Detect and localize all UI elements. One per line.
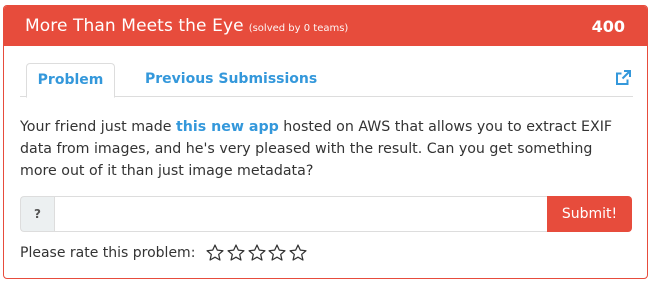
description-text-start: Your friend just made [20, 119, 176, 135]
answer-form: ? Submit! [20, 196, 632, 232]
star-outline-icon[interactable] [226, 243, 246, 263]
help-addon[interactable]: ? [20, 196, 54, 232]
problem-header: More Than Meets the Eye (solved by 0 tea… [4, 6, 647, 46]
star-outline-icon[interactable] [267, 243, 287, 263]
problem-panel: More Than Meets the Eye (solved by 0 tea… [3, 5, 648, 279]
rating-label: Please rate this problem: [20, 245, 196, 261]
submit-button[interactable]: Submit! [547, 196, 632, 232]
problem-title: More Than Meets the Eye [25, 16, 244, 36]
star-outline-icon[interactable] [288, 243, 308, 263]
star-outline-icon[interactable] [247, 243, 267, 263]
problem-description: Your friend just made this new app hoste… [20, 116, 630, 182]
rating-row: Please rate this problem: [20, 242, 308, 264]
title-group: More Than Meets the Eye (solved by 0 tea… [25, 16, 348, 36]
flag-input[interactable] [54, 196, 547, 232]
rating-stars [205, 243, 308, 263]
problem-points: 400 [591, 16, 625, 36]
problem-tabs: Problem Previous Submissions [20, 63, 633, 98]
star-outline-icon[interactable] [205, 243, 225, 263]
solved-count: (solved by 0 teams) [248, 23, 349, 34]
tab-previous-submissions[interactable]: Previous Submissions [145, 63, 317, 97]
tab-problem[interactable]: Problem [26, 63, 115, 98]
app-link[interactable]: this new app [176, 119, 279, 135]
external-link-icon[interactable] [615, 70, 631, 86]
